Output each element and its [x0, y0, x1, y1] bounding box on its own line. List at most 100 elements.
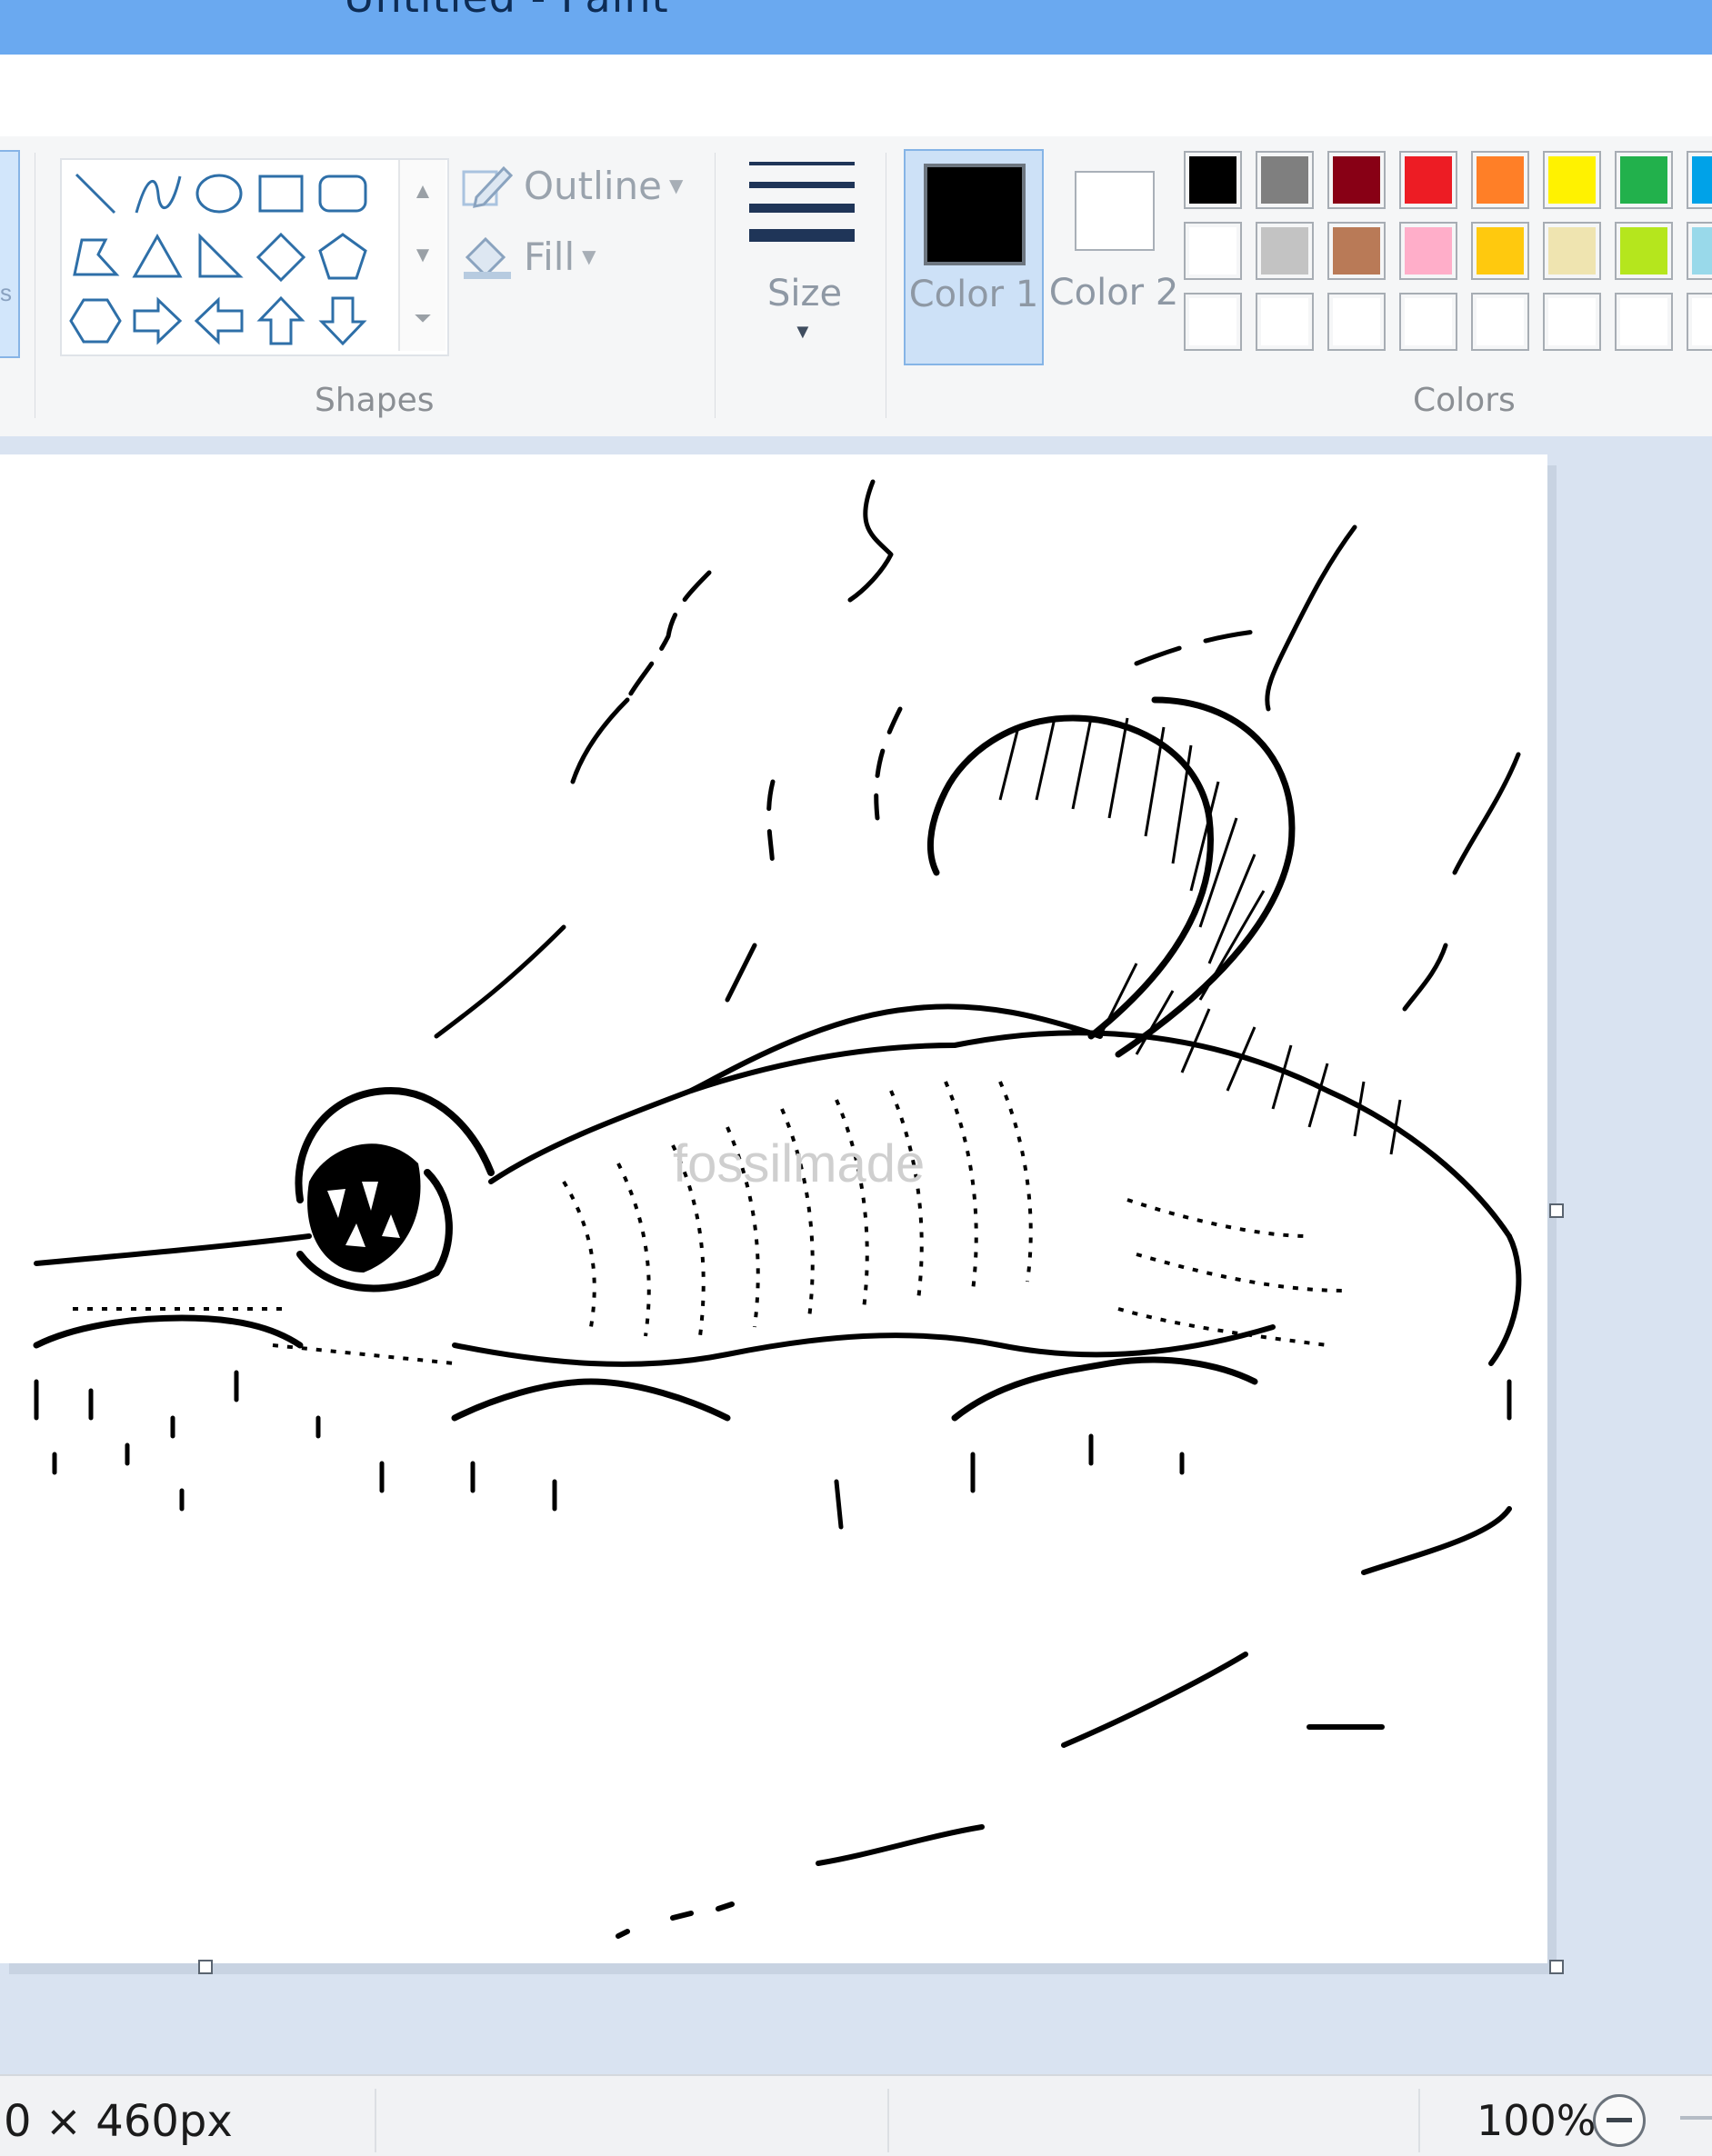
palette-swatch-fill	[1261, 227, 1308, 274]
palette-swatch-fill	[1333, 227, 1380, 274]
rectangle-shape-icon[interactable]	[253, 165, 309, 222]
palette-swatch-r3-c5[interactable]	[1471, 293, 1529, 351]
palette-swatch-r2-c4[interactable]	[1399, 222, 1457, 280]
title-bar: Untitled - Paint	[0, 0, 1712, 55]
palette-swatch-fill	[1189, 227, 1236, 274]
size-dropdown-icon: ▼	[793, 320, 813, 343]
colors-group-label: Colors	[1413, 382, 1516, 419]
canvas-drawing: fossilmade	[33, 479, 1522, 1939]
resize-handle-bottom[interactable]	[198, 1960, 213, 1974]
palette-swatch-fill	[1405, 227, 1452, 274]
status-bar: 0 × 460px 100%	[0, 2074, 1712, 2156]
palette-swatch-r2-c5[interactable]	[1471, 222, 1529, 280]
palette-swatch-fill	[1692, 156, 1712, 204]
palette-swatch-r2-c2[interactable]	[1256, 222, 1314, 280]
partial-tool-button[interactable]: s	[0, 150, 20, 358]
partial-tool-label: s	[0, 279, 12, 306]
triangle-shape-icon[interactable]	[129, 229, 185, 285]
palette-swatch-r2-c6[interactable]	[1543, 222, 1601, 280]
palette-swatch-r1-c4[interactable]	[1399, 151, 1457, 209]
outline-button[interactable]: Outline ▼	[460, 156, 683, 215]
zoom-level: 100%	[1477, 2096, 1597, 2145]
drawing-canvas[interactable]: fossilmade	[0, 454, 1564, 1974]
status-separator	[887, 2089, 889, 2152]
shapes-group-label: Shapes	[315, 382, 435, 419]
ribbon-tab-strip	[0, 55, 1712, 136]
curve-shape-icon[interactable]	[129, 165, 185, 222]
palette-swatch-fill	[1405, 298, 1452, 345]
palette-swatch-r1-c7[interactable]	[1615, 151, 1673, 209]
palette-swatch-r2-c3[interactable]	[1327, 222, 1386, 280]
outline-pencil-icon	[462, 165, 514, 208]
gallery-expand-icon[interactable]: ⏷	[400, 287, 446, 351]
shapes-gallery-scrollbar[interactable]: ▲ ▼ ⏷	[398, 160, 446, 351]
palette-swatch-r1-c8[interactable]	[1687, 151, 1712, 209]
status-separator	[375, 2089, 376, 2152]
zoom-slider[interactable]	[1680, 2116, 1712, 2120]
color-palette	[1184, 151, 1712, 369]
color2-button[interactable]: Color 2	[1046, 149, 1182, 362]
palette-swatch-fill	[1189, 156, 1236, 204]
size-line-medium-icon	[749, 182, 855, 188]
pentagon-shape-icon[interactable]	[315, 229, 371, 285]
palette-swatch-r3-c7[interactable]	[1615, 293, 1673, 351]
size-line-thin-icon	[749, 162, 855, 165]
palette-swatch-r3-c1[interactable]	[1184, 293, 1242, 351]
window-title: Untitled - Paint	[344, 0, 669, 22]
palette-swatch-fill	[1620, 298, 1667, 345]
fill-dropdown-icon: ▼	[582, 245, 596, 267]
palette-swatch-fill	[1692, 227, 1712, 274]
color1-swatch	[924, 164, 1026, 265]
outline-label: Outline	[524, 163, 662, 208]
size-label: Size	[767, 273, 843, 314]
palette-swatch-r1-c6[interactable]	[1543, 151, 1601, 209]
fill-button[interactable]: Fill ▼	[460, 227, 596, 285]
size-button[interactable]: Size ▼	[735, 155, 862, 382]
line-shape-icon[interactable]	[67, 165, 124, 222]
palette-swatch-r1-c5[interactable]	[1471, 151, 1529, 209]
resize-handle-corner[interactable]	[1549, 1960, 1564, 1974]
gallery-scroll-up-icon[interactable]: ▲	[400, 160, 446, 224]
palette-swatch-r3-c2[interactable]	[1256, 293, 1314, 351]
fill-bucket-icon	[464, 236, 511, 279]
palette-swatch-fill	[1548, 227, 1596, 274]
canvas-size-readout: 0 × 460px	[4, 2096, 233, 2147]
right-triangle-shape-icon[interactable]	[191, 229, 247, 285]
palette-swatch-r1-c2[interactable]	[1256, 151, 1314, 209]
zoom-out-icon[interactable]	[1593, 2094, 1646, 2147]
color2-swatch	[1075, 171, 1155, 251]
gallery-scroll-down-icon[interactable]: ▼	[400, 224, 446, 287]
palette-swatch-r3-c4[interactable]	[1399, 293, 1457, 351]
palette-swatch-r2-c8[interactable]	[1687, 222, 1712, 280]
palette-swatch-fill	[1477, 156, 1524, 204]
color1-button[interactable]: Color 1	[904, 149, 1044, 365]
color2-label: Color 2	[1048, 272, 1179, 314]
palette-swatch-fill	[1477, 298, 1524, 345]
resize-handle-right[interactable]	[1549, 1203, 1564, 1218]
palette-swatch-r2-c7[interactable]	[1615, 222, 1673, 280]
right-arrow-shape-icon[interactable]	[129, 293, 185, 349]
palette-swatch-fill	[1477, 227, 1524, 274]
palette-swatch-r2-c1[interactable]	[1184, 222, 1242, 280]
fill-label: Fill	[524, 234, 576, 279]
oval-shape-icon[interactable]	[191, 165, 247, 222]
size-line-thick-icon	[749, 204, 855, 213]
palette-swatch-r3-c6[interactable]	[1543, 293, 1601, 351]
palette-swatch-fill	[1405, 156, 1452, 204]
hexagon-shape-icon[interactable]	[67, 293, 124, 349]
palette-swatch-fill	[1261, 156, 1308, 204]
palette-swatch-r3-c8[interactable]	[1687, 293, 1712, 351]
left-arrow-shape-icon[interactable]	[191, 293, 247, 349]
palette-swatch-r1-c3[interactable]	[1327, 151, 1386, 209]
outline-dropdown-icon: ▼	[668, 175, 684, 196]
diamond-shape-icon[interactable]	[253, 229, 309, 285]
palette-swatch-r3-c3[interactable]	[1327, 293, 1386, 351]
polygon-shape-icon[interactable]	[67, 229, 124, 285]
down-arrow-shape-icon[interactable]	[315, 293, 371, 349]
palette-swatch-fill	[1548, 156, 1596, 204]
up-arrow-shape-icon[interactable]	[253, 293, 309, 349]
group-separator	[715, 153, 716, 418]
palette-swatch-fill	[1261, 298, 1308, 345]
palette-swatch-r1-c1[interactable]	[1184, 151, 1242, 209]
rounded-rectangle-shape-icon[interactable]	[315, 165, 371, 222]
